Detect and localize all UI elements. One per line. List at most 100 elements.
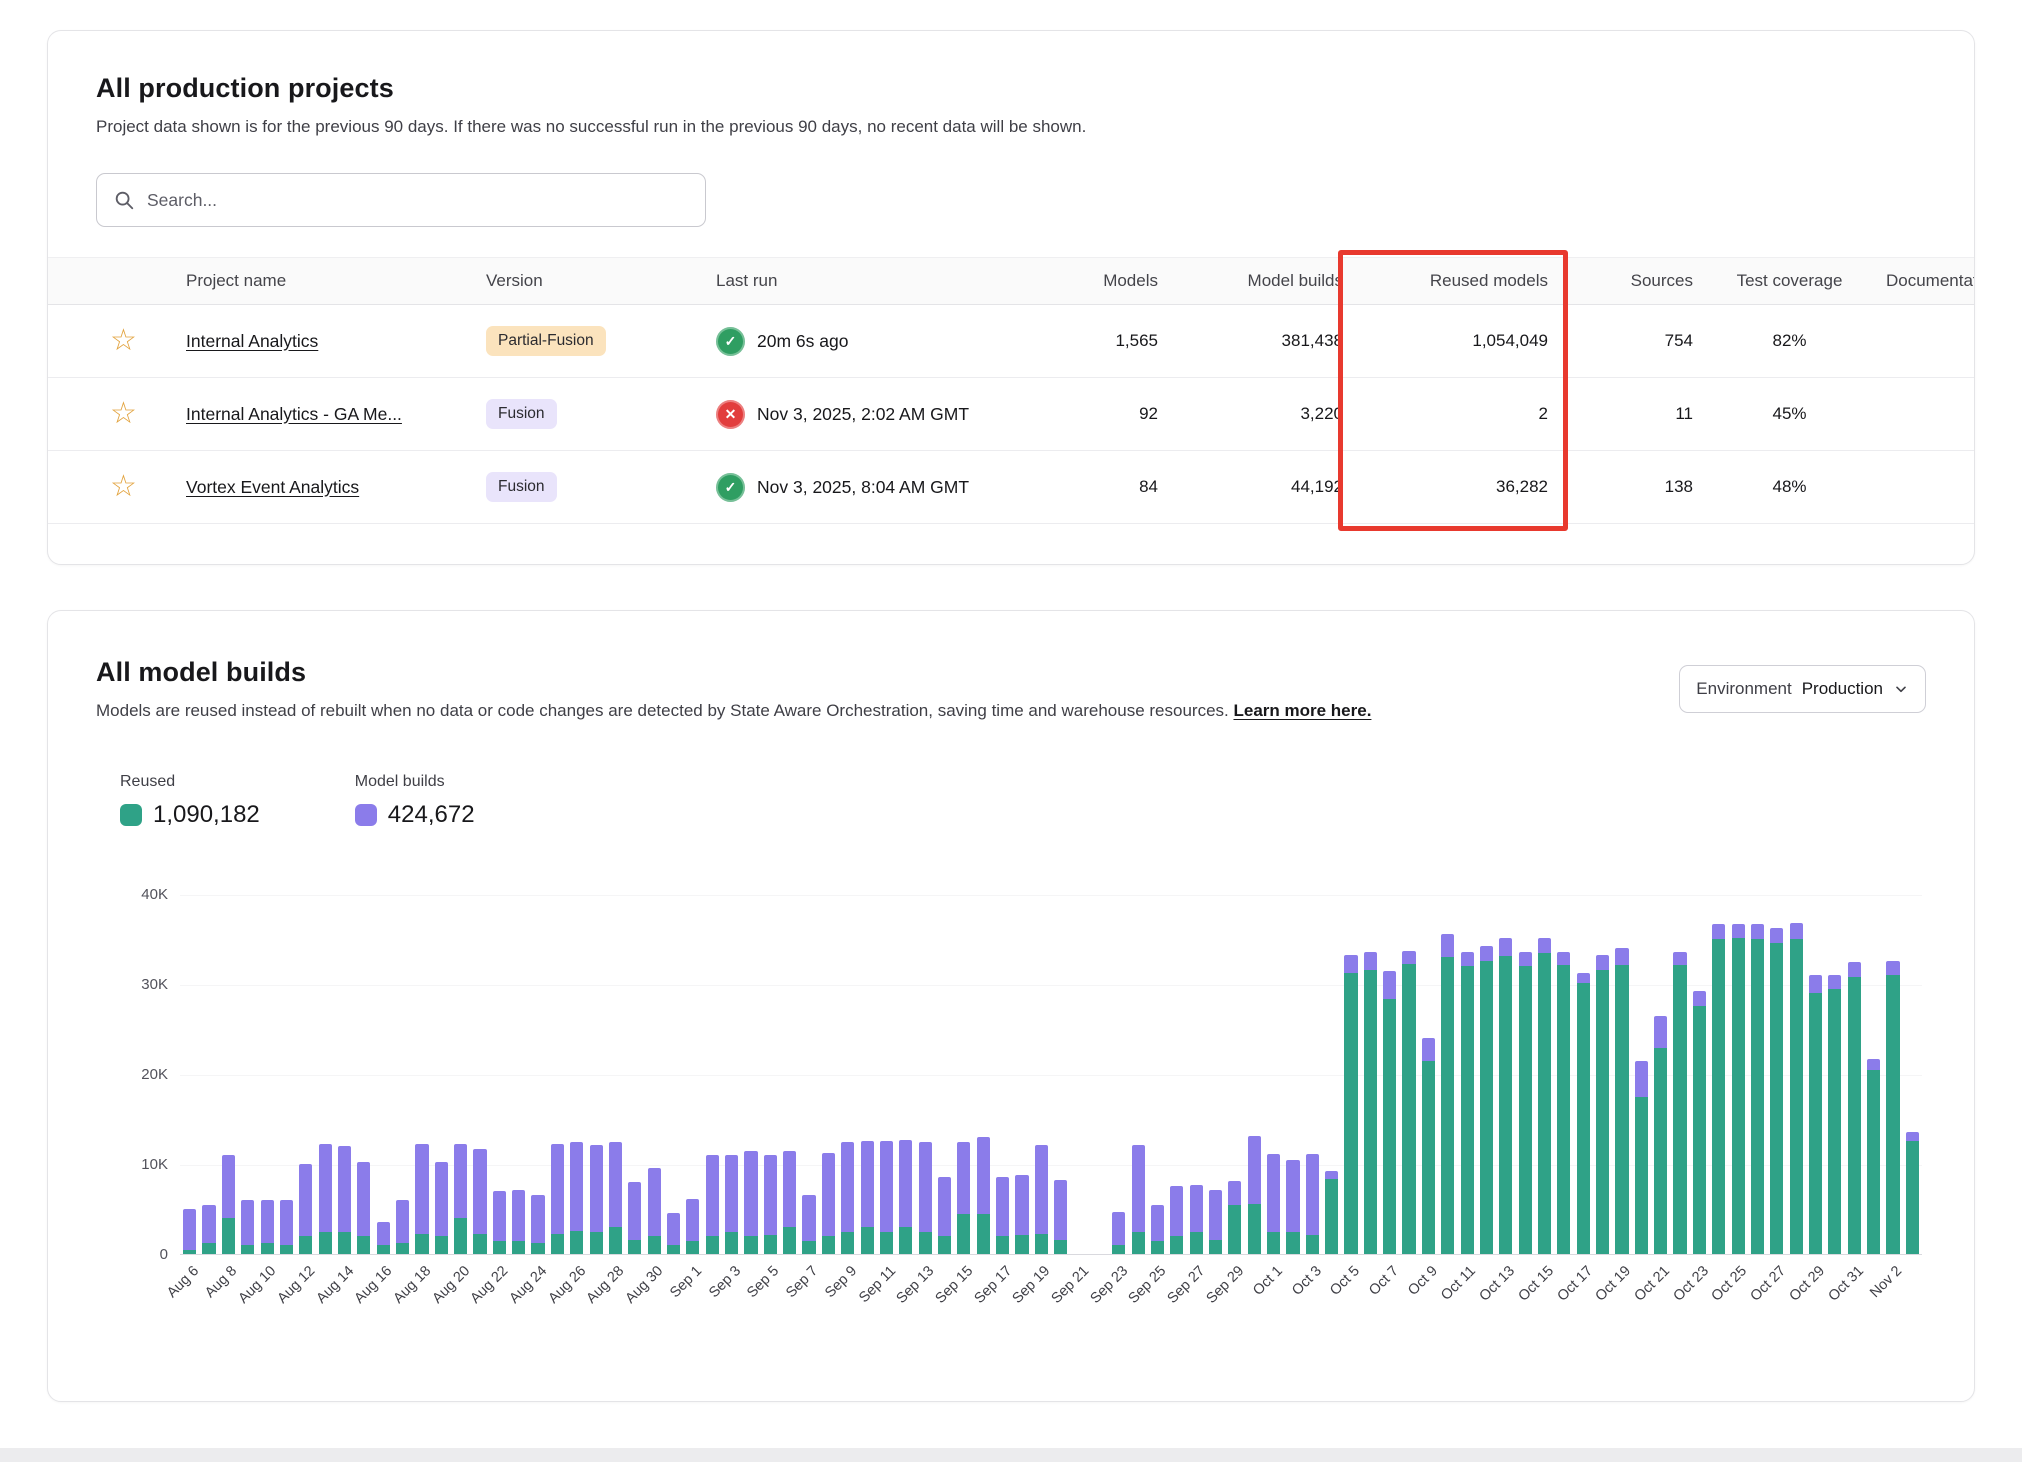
- bar-sep-27[interactable]: [1190, 1185, 1203, 1254]
- bar-aug-12[interactable]: [299, 1164, 312, 1254]
- project-name-link[interactable]: Internal Analytics - GA Me...: [186, 404, 402, 424]
- col-header-models[interactable]: Models: [1036, 271, 1166, 291]
- col-header-last-run[interactable]: Last run: [716, 271, 1036, 291]
- col-header-version[interactable]: Version: [486, 271, 716, 291]
- bar-oct-21[interactable]: [1654, 1016, 1667, 1254]
- bar-sep-20[interactable]: [1054, 1180, 1067, 1254]
- bar-sep-13[interactable]: [919, 1142, 932, 1255]
- bar-sep-1[interactable]: [686, 1199, 699, 1254]
- bar-sep-23[interactable]: [1112, 1212, 1125, 1254]
- bar-sep-14[interactable]: [938, 1177, 951, 1254]
- bar-sep-28[interactable]: [1209, 1190, 1222, 1254]
- bar-aug-10[interactable]: [261, 1200, 274, 1254]
- learn-more-link[interactable]: Learn more here.: [1233, 701, 1371, 720]
- project-name-link[interactable]: Vortex Event Analytics: [186, 477, 359, 497]
- bar-sep-29[interactable]: [1228, 1181, 1241, 1254]
- bar-oct-7[interactable]: [1383, 971, 1396, 1254]
- bar-oct-17[interactable]: [1577, 973, 1590, 1254]
- bar-aug-16[interactable]: [377, 1222, 390, 1254]
- bar-oct-25[interactable]: [1732, 924, 1745, 1254]
- bar-oct-2[interactable]: [1286, 1160, 1299, 1254]
- table-row-vortex-event-analytics[interactable]: ☆ Vortex Event Analytics Fusion Nov 3, 2…: [48, 451, 1974, 524]
- bar-sep-11[interactable]: [880, 1141, 893, 1254]
- bar-sep-18[interactable]: [1015, 1175, 1028, 1254]
- bar-oct-10[interactable]: [1441, 934, 1454, 1254]
- bar-oct-5[interactable]: [1344, 955, 1357, 1254]
- bar-sep-5[interactable]: [764, 1155, 777, 1254]
- bar-sep-17[interactable]: [996, 1177, 1009, 1254]
- col-header-model-builds[interactable]: Model builds: [1166, 271, 1351, 291]
- bar-oct-18[interactable]: [1596, 955, 1609, 1254]
- bar-sep-9[interactable]: [841, 1142, 854, 1255]
- bar-aug-25[interactable]: [551, 1144, 564, 1254]
- bar-nov-3[interactable]: [1906, 1132, 1919, 1254]
- bar-aug-19[interactable]: [435, 1162, 448, 1254]
- bar-oct-16[interactable]: [1557, 952, 1570, 1254]
- bar-sep-12[interactable]: [899, 1140, 912, 1254]
- bar-aug-9[interactable]: [241, 1200, 254, 1254]
- bar-sep-19[interactable]: [1035, 1145, 1048, 1254]
- bar-sep-2[interactable]: [706, 1155, 719, 1254]
- bar-sep-6[interactable]: [783, 1151, 796, 1254]
- bar-sep-3[interactable]: [725, 1155, 738, 1254]
- bar-oct-4[interactable]: [1325, 1171, 1338, 1254]
- bar-oct-15[interactable]: [1538, 938, 1551, 1254]
- bar-aug-13[interactable]: [319, 1144, 332, 1254]
- favorite-star-icon[interactable]: ☆: [96, 399, 137, 429]
- col-header-reused-models[interactable]: Reused models: [1351, 271, 1556, 291]
- bar-aug-31[interactable]: [667, 1213, 680, 1254]
- bar-oct-26[interactable]: [1751, 924, 1764, 1254]
- bar-oct-20[interactable]: [1635, 1061, 1648, 1254]
- bar-oct-29[interactable]: [1809, 975, 1822, 1254]
- bar-sep-26[interactable]: [1170, 1186, 1183, 1254]
- bar-aug-17[interactable]: [396, 1200, 409, 1254]
- col-header-sources[interactable]: Sources: [1556, 271, 1701, 291]
- bar-sep-10[interactable]: [861, 1141, 874, 1254]
- bar-oct-19[interactable]: [1615, 948, 1628, 1254]
- col-header-test-coverage[interactable]: Test coverage: [1701, 271, 1886, 291]
- bar-aug-8[interactable]: [222, 1155, 235, 1254]
- bar-oct-9[interactable]: [1422, 1038, 1435, 1254]
- bar-nov-2[interactable]: [1886, 961, 1899, 1254]
- bar-oct-14[interactable]: [1519, 952, 1532, 1254]
- bar-oct-8[interactable]: [1402, 951, 1415, 1254]
- bar-aug-27[interactable]: [590, 1145, 603, 1254]
- bar-oct-31[interactable]: [1848, 962, 1861, 1254]
- bar-sep-30[interactable]: [1248, 1136, 1261, 1254]
- bar-aug-15[interactable]: [357, 1162, 370, 1254]
- bar-sep-24[interactable]: [1132, 1145, 1145, 1254]
- bar-aug-22[interactable]: [493, 1191, 506, 1254]
- favorite-star-icon[interactable]: ☆: [96, 326, 137, 356]
- table-row-internal-analytics[interactable]: ☆ Internal Analytics Partial-Fusion 20m …: [48, 305, 1974, 378]
- bar-sep-8[interactable]: [822, 1153, 835, 1254]
- bar-oct-24[interactable]: [1712, 924, 1725, 1254]
- project-name-link[interactable]: Internal Analytics: [186, 331, 318, 351]
- bar-oct-28[interactable]: [1790, 923, 1803, 1254]
- bar-aug-11[interactable]: [280, 1200, 293, 1254]
- bar-oct-22[interactable]: [1673, 952, 1686, 1254]
- bar-aug-18[interactable]: [415, 1144, 428, 1254]
- search-input[interactable]: [147, 190, 689, 211]
- bar-oct-6[interactable]: [1364, 952, 1377, 1254]
- bar-aug-24[interactable]: [531, 1195, 544, 1254]
- bar-oct-27[interactable]: [1770, 928, 1783, 1254]
- bar-aug-28[interactable]: [609, 1142, 622, 1255]
- bar-sep-25[interactable]: [1151, 1205, 1164, 1254]
- bar-aug-20[interactable]: [454, 1144, 467, 1254]
- bar-sep-15[interactable]: [957, 1142, 970, 1255]
- bar-aug-29[interactable]: [628, 1182, 641, 1254]
- bar-sep-4[interactable]: [744, 1151, 757, 1254]
- bar-oct-30[interactable]: [1828, 975, 1841, 1254]
- bar-oct-23[interactable]: [1693, 991, 1706, 1254]
- bar-aug-7[interactable]: [202, 1205, 215, 1254]
- bar-oct-12[interactable]: [1480, 946, 1493, 1254]
- bar-aug-26[interactable]: [570, 1142, 583, 1254]
- bar-oct-13[interactable]: [1499, 938, 1512, 1254]
- bar-sep-16[interactable]: [977, 1137, 990, 1254]
- favorite-star-icon[interactable]: ☆: [96, 472, 137, 502]
- bar-nov-1[interactable]: [1867, 1059, 1880, 1254]
- bar-oct-1[interactable]: [1267, 1154, 1280, 1254]
- bar-aug-30[interactable]: [648, 1168, 661, 1254]
- bar-aug-23[interactable]: [512, 1190, 525, 1254]
- bar-oct-11[interactable]: [1461, 952, 1474, 1254]
